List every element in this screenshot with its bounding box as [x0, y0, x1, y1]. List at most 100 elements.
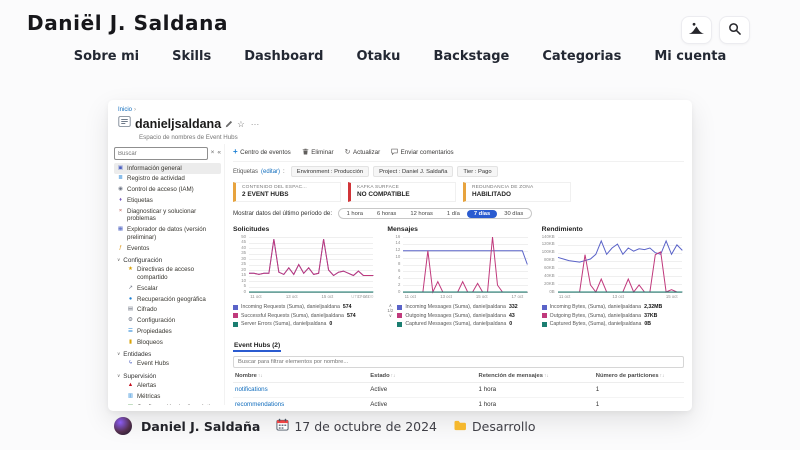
event-hubs-tab[interactable]: Event Hubs (2)	[233, 342, 281, 352]
author-avatar[interactable]	[114, 417, 132, 435]
sidebar-item-icon: ◉	[117, 186, 124, 193]
sidebar-item-event-hubs[interactable]: ϟEvent Hubs	[124, 359, 221, 370]
sidebar-search[interactable]	[114, 147, 208, 160]
sidebar-group-entidades[interactable]: ∨Entidades	[114, 348, 221, 359]
event-hubs-filter-input[interactable]	[238, 359, 679, 365]
sidebar-item-icon: ƒ	[117, 245, 124, 252]
clear-icon[interactable]: ×	[211, 150, 215, 157]
toolbar-feedback-icon	[391, 148, 398, 157]
nav-item-backstage[interactable]: Backstage	[433, 49, 509, 64]
tag-pill-project-daniel-j-salda-a: Project : Daniel J. Saldaña	[373, 166, 453, 177]
legend-swatch	[542, 322, 547, 327]
sidebar-item-icon: ≣	[117, 175, 124, 182]
sidebar-item-cifrado[interactable]: ▤Cifrado	[124, 305, 221, 316]
nav-item-otaku[interactable]: Otaku	[357, 49, 401, 64]
header-search-button[interactable]	[719, 16, 750, 44]
collapse-icon[interactable]: «	[217, 150, 221, 157]
tags-label: Etiquetas	[233, 169, 258, 175]
period-6-horas[interactable]: 6 horas	[370, 210, 403, 218]
theme-button[interactable]	[681, 16, 712, 44]
sort-icon[interactable]: ↑↓	[258, 374, 263, 379]
nav-item-dashboard[interactable]: Dashboard	[244, 49, 323, 64]
cell: Active	[368, 382, 476, 397]
nav-item-mi-cuenta[interactable]: Mi cuenta	[654, 49, 726, 64]
site-logo[interactable]: Daniël J. Saldana	[27, 11, 228, 35]
info-card-redundancia-de-zona: REDUNDANCIA DE ZONAHABILITADO	[463, 182, 571, 202]
sidebar-item-eventos[interactable]: ƒEventos	[114, 243, 221, 254]
tags-edit-link[interactable]: (editar)	[261, 169, 280, 175]
period-1-d-a[interactable]: 1 día	[440, 210, 467, 218]
favorite-icon[interactable]: ☆	[237, 120, 245, 129]
event-hubs-filter[interactable]	[233, 356, 684, 368]
column-n-mero-de-particiones[interactable]: Número de particiones↑↓	[594, 370, 684, 383]
legend-pager[interactable]: ∧1/2∨	[387, 304, 393, 330]
breadcrumb-inicio[interactable]: Inicio	[118, 107, 132, 113]
sort-icon[interactable]: ↑↓	[544, 374, 549, 379]
sidebar-item-configuraci-n-de-diagn-stico[interactable]: ▣Configuración de diagnóstico	[124, 402, 221, 405]
info-card-caption: REDUNDANCIA DE ZONA	[472, 185, 564, 190]
period-12-horas[interactable]: 12 horas	[403, 210, 440, 218]
post-category[interactable]: Desarrollo	[472, 419, 536, 434]
table-row-notifications: notificationsActive1 hora1	[233, 382, 684, 397]
sidebar-item-icon: ▲	[127, 382, 134, 389]
period-30-d-as[interactable]: 30 días	[497, 210, 530, 218]
sidebar-item-diagnosticar-y-solucionar-problemas[interactable]: ×Diagnosticar y solucionar problemas	[114, 206, 221, 225]
sidebar-item-registro-de-actividad[interactable]: ≣Registro de actividad	[114, 174, 221, 185]
sidebar-item-recuperaci-n-geogr-fica[interactable]: ●Recuperación geográfica	[124, 294, 221, 305]
period-7-d-as[interactable]: 7 días	[467, 210, 497, 218]
azure-header: Inicio› danieljsaldana ☆ ⋯ Espacio de no…	[108, 100, 692, 144]
sort-icon[interactable]: ↑↓	[391, 374, 396, 379]
sidebar-item-icon: ▣	[117, 165, 124, 172]
toolbar-centro-de-eventos[interactable]: +Centro de eventos	[233, 149, 291, 156]
cell: 1	[594, 397, 684, 411]
legend-swatch	[397, 305, 402, 310]
nav-item-categorias[interactable]: Categorias	[542, 49, 621, 64]
chart-legend: ∧1/2∨Incoming Messages (Suma), danieljsa…	[387, 304, 529, 330]
legend-label: Outgoing Messages (Suma), danieljsaldana	[405, 313, 506, 319]
toolbar-eliminar[interactable]: Eliminar	[302, 148, 334, 157]
sidebar-item-alertas[interactable]: ▲Alertas	[124, 381, 221, 392]
info-card-caption: CONTENIDO DEL ESPAC...	[242, 185, 334, 190]
sidebar-item-escalar[interactable]: ↗Escalar	[124, 283, 221, 294]
tags-separator: :	[283, 169, 285, 175]
sidebar-search-input[interactable]	[118, 151, 204, 157]
column-nombre[interactable]: Nombre↑↓	[233, 370, 368, 383]
chart-mensajes: Mensajes161412108642011 oct13 oct15 oct1…	[387, 226, 529, 330]
tag-pill-tier-pago: Tier : Pago	[457, 166, 497, 177]
sidebar-item-bloqueos[interactable]: ▮Bloqueos	[124, 337, 221, 348]
breadcrumb-separator-icon: ›	[134, 107, 136, 113]
sidebar-item-etiquetas[interactable]: ♦Etiquetas	[114, 195, 221, 206]
column-estado[interactable]: Estado↑↓	[368, 370, 476, 383]
legend-swatch	[397, 322, 402, 327]
toolbar-enviar-comentarios[interactable]: Enviar comentarios	[391, 148, 453, 157]
edit-icon[interactable]	[225, 116, 233, 132]
more-icon[interactable]: ⋯	[251, 120, 260, 129]
chart-xaxis: 11 oct13 oct15 oct17 oct	[403, 294, 527, 301]
azure-sidebar: × « ▣Información general≣Registro de act…	[114, 144, 225, 405]
period-1-hora[interactable]: 1 hora	[340, 210, 370, 218]
chart-xaxis: 11 oct13 oct15 oct17 octUTC+02:00	[249, 294, 373, 301]
sidebar-item-configuraci-n[interactable]: ⚙Configuración	[124, 316, 221, 327]
sidebar-group-supervisi-n[interactable]: ∨Supervisión	[114, 370, 221, 381]
sidebar-item-explorador-de-datos-versi-n-preliminar[interactable]: ▦Explorador de datos (versión preliminar…	[114, 225, 221, 244]
event-hub-link[interactable]: notifications	[233, 382, 368, 397]
sort-icon[interactable]: ↑↓	[660, 374, 665, 379]
sidebar-item-propiedades[interactable]: ☰Propiedades	[124, 326, 221, 337]
sidebar-group-configuraci-n[interactable]: ∨Configuración	[114, 254, 221, 265]
column-retenci-n-de-mensajes[interactable]: Retención de mensajes↑↓	[477, 370, 594, 383]
sidebar-item-m-tricas[interactable]: ▥Métricas	[124, 391, 221, 402]
legend-rows: Incoming Bytes, (Suma), danieljsaldana2,…	[542, 304, 663, 330]
charts-row: Solicitudes5045403530252015105011 oct13 …	[233, 226, 684, 330]
sidebar-item-directivas-de-acceso-compartido[interactable]: ★Directivas de acceso compartido	[124, 265, 221, 284]
author-name[interactable]: Daniel J. Saldaña	[141, 419, 260, 434]
sidebar-item-informaci-n-general[interactable]: ▣Información general	[114, 163, 221, 174]
legend-item: Incoming Requests (Suma), danieljsaldana…	[233, 304, 356, 310]
sidebar-item-control-de-acceso-iam[interactable]: ◉Control de acceso (IAM)	[114, 185, 221, 196]
toolbar-actualizar[interactable]: ↻Actualizar	[345, 149, 381, 156]
chevron-down-icon: ∨	[117, 257, 120, 263]
nav-item-skills[interactable]: Skills	[172, 49, 211, 64]
legend-item: Outgoing Bytes, (Suma), danieljsaldana37…	[542, 313, 663, 319]
info-card-value: 2 EVENT HUBS	[242, 191, 334, 198]
nav-item-sobre-mi[interactable]: Sobre mi	[74, 49, 139, 64]
event-hub-link[interactable]: recommendations	[233, 397, 368, 411]
